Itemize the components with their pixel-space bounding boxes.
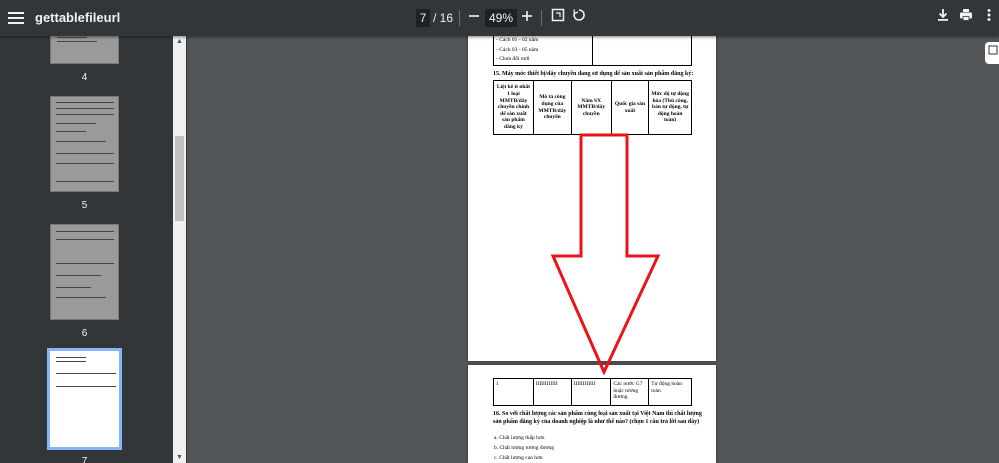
table-header: Quốc gia sản xuất [610, 80, 650, 135]
table-cell-text: - Chưa đổi mới [496, 56, 530, 63]
table-cell: IIIIIIIIIIII [532, 378, 572, 406]
thumbnail-page-5[interactable] [50, 96, 119, 192]
rotate-icon [573, 9, 585, 21]
zoom-in-button[interactable] [517, 8, 537, 28]
answer-option: b. Chất lượng tương đương [494, 445, 554, 451]
prev-table: - Cách 01 - 02 năm - Cách 03 - 05 năm - … [493, 32, 692, 66]
answer-option: a. Chất lượng thấp hơn [494, 435, 545, 441]
equipment-table-row: 1 IIIIIIIIIIII IIIIIIIIIIII Các nước G7 … [493, 378, 692, 406]
download-icon [938, 9, 948, 21]
thumbnail-label: 6 [81, 328, 88, 339]
table-cell: 1 [493, 378, 534, 406]
page-total: / 16 [433, 11, 454, 25]
more-actions-button[interactable] [979, 8, 999, 28]
rotate-button[interactable] [569, 8, 589, 28]
table-header: Mức độ tự động hóa (Thủ công, bán tự độn… [648, 80, 692, 135]
page-number-input[interactable]: 7 [416, 9, 430, 27]
plus-icon [522, 11, 532, 21]
fit-page-icon [551, 8, 565, 22]
zoom-out-button[interactable] [464, 8, 484, 28]
scroll-up-icon[interactable]: ▲ [173, 36, 186, 47]
table-cell: Tự động hoàn toàn [648, 378, 692, 406]
thumbnail-page-7[interactable] [47, 348, 122, 450]
table-header: Năm SX MMTB/dây chuyền [570, 80, 612, 135]
minus-icon [469, 15, 479, 17]
thumbnail-sidebar: 4 5 6 7 [0, 36, 187, 463]
thumbnail-page-4[interactable] [50, 36, 119, 64]
table-cell: IIIIIIIIIIII [570, 378, 612, 406]
toolbar-divider [541, 10, 542, 26]
download-button[interactable] [933, 8, 953, 28]
pdf-page: 1 IIIIIIIIIIII IIIIIIIIIIII Các nước G7 … [468, 365, 716, 463]
thumbnail-page-6[interactable] [50, 224, 119, 320]
document-title: gettablefileurl [35, 10, 121, 25]
equipment-table: Liệt kê ít nhất 1 loại MMTB/dây chuyền c… [493, 80, 692, 135]
thumbnail-label: 7 [81, 456, 88, 463]
toolbar-divider [459, 10, 460, 26]
table-header: Liệt kê ít nhất 1 loại MMTB/dây chuyền c… [493, 80, 534, 135]
scrollbar-thumb[interactable] [175, 136, 184, 221]
thumbnail-label: 5 [81, 200, 88, 211]
answer-option: c. Chất lượng cao hơn [494, 455, 543, 461]
print-icon [960, 9, 972, 21]
question-16-title: 16. So với chất lượng các sản phẩm cùng … [493, 411, 702, 425]
panel-icon [988, 45, 998, 55]
table-cell-text: - Cách 03 - 05 năm [496, 46, 539, 53]
table-cell-text: - Cách 01 - 02 năm [496, 37, 539, 43]
side-panel-button[interactable] [985, 42, 999, 64]
print-button[interactable] [956, 8, 976, 28]
more-vertical-icon [987, 9, 991, 21]
thumbnail-label: 4 [81, 72, 88, 83]
table-cell: Các nước G7 hoặc tương đương [610, 378, 650, 406]
zoom-input[interactable]: 49% [485, 9, 517, 27]
table-header: Mô tả công dụng của MMTB/dây chuyền [532, 80, 572, 135]
menu-icon[interactable] [8, 9, 24, 27]
pdf-toolbar: gettablefileurl 7 / 16 49% [0, 0, 999, 36]
scroll-down-icon[interactable]: ▼ [173, 452, 186, 463]
sidebar-scrollbar[interactable]: ▲ ▼ [173, 36, 186, 463]
question-15-title: 15. Máy móc thiết bị/dây chuyền đang sử … [493, 71, 694, 77]
fit-page-button[interactable] [548, 8, 568, 28]
pdf-page: - Cách 01 - 02 năm - Cách 03 - 05 năm - … [468, 32, 716, 361]
